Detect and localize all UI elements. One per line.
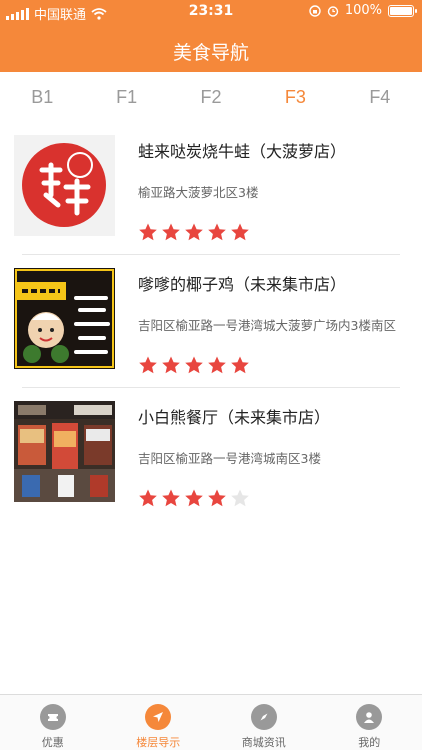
tab-profile[interactable]: 我的	[317, 695, 422, 750]
tab-mall-news[interactable]: 商城资讯	[211, 695, 317, 750]
status-bar: 中国联通 23:31 100%	[0, 0, 422, 24]
battery-icon	[388, 4, 417, 17]
restaurant-item[interactable]: 蛙来哒炭烧牛蛙（大菠萝店） 榆亚路大菠萝北区3楼	[0, 122, 422, 255]
bottom-tab-bar: 优惠 楼层导示 商城资讯 我的	[0, 694, 422, 750]
alarm-icon	[327, 5, 339, 17]
restaurant-logo	[14, 135, 115, 236]
restaurant-name: 蛙来哒炭烧牛蛙（大菠萝店）	[138, 142, 347, 161]
app-header: 中国联通 23:31 100% 美食导航	[0, 0, 422, 72]
restaurant-list: 蛙来哒炭烧牛蛙（大菠萝店） 榆亚路大菠萝北区3楼 嗲嗲的椰子鸡（未来集市店） 吉…	[0, 122, 422, 521]
floor-tabs: B1 F1 F2 F3 F4	[0, 72, 422, 122]
tab-label: 楼层导示	[136, 736, 181, 749]
restaurant-item[interactable]: 嗲嗲的椰子鸡（未来集市店） 吉阳区榆亚路一号港湾城大菠萝广场内3楼南区	[0, 255, 422, 388]
star-filled-icon	[139, 489, 157, 507]
tab-label: 商城资讯	[241, 736, 286, 749]
tab-floor-f2[interactable]: F2	[169, 72, 253, 122]
compass-icon	[250, 704, 277, 730]
user-icon	[356, 704, 383, 730]
star-filled-icon	[139, 223, 157, 241]
navigation-arrow-icon	[145, 704, 172, 730]
star-filled-icon	[162, 489, 180, 507]
star-filled-icon	[231, 223, 249, 241]
star-filled-icon	[208, 223, 226, 241]
tab-floor-guide[interactable]: 楼层导示	[106, 695, 212, 750]
tab-label: 我的	[358, 736, 381, 749]
restaurant-item[interactable]: 小白熊餐厅（未来集市店） 吉阳区榆亚路一号港湾城南区3楼	[0, 388, 422, 521]
star-empty-icon	[231, 489, 249, 507]
tab-floor-b1[interactable]: B1	[0, 72, 84, 122]
tab-floor-f4[interactable]: F4	[338, 72, 422, 122]
star-filled-icon	[185, 223, 203, 241]
restaurant-address: 吉阳区榆亚路一号港湾城大菠萝广场内3楼南区	[138, 318, 396, 333]
restaurant-photo	[14, 401, 115, 502]
battery-percent: 100%	[344, 3, 382, 18]
page-title: 美食导航	[172, 42, 249, 64]
star-rating	[138, 355, 250, 375]
tab-coupons[interactable]: 优惠	[0, 695, 106, 750]
restaurant-name: 嗲嗲的椰子鸡（未来集市店）	[138, 275, 347, 294]
star-filled-icon	[185, 489, 203, 507]
star-filled-icon	[185, 356, 203, 374]
restaurant-address: 吉阳区榆亚路一号港湾城南区3楼	[138, 451, 321, 466]
star-filled-icon	[208, 356, 226, 374]
star-filled-icon	[162, 356, 180, 374]
star-filled-icon	[231, 356, 249, 374]
tab-floor-f3[interactable]: F3	[253, 72, 337, 122]
restaurant-name: 小白熊餐厅（未来集市店）	[138, 408, 331, 427]
star-filled-icon	[162, 223, 180, 241]
star-rating	[138, 488, 250, 508]
star-filled-icon	[208, 489, 226, 507]
star-rating	[138, 222, 250, 242]
star-filled-icon	[139, 356, 157, 374]
orientation-lock-icon	[309, 4, 321, 17]
restaurant-address: 榆亚路大菠萝北区3楼	[138, 185, 259, 200]
tab-label: 优惠	[41, 736, 64, 749]
restaurant-logo	[14, 268, 115, 369]
coupon-icon	[39, 704, 66, 730]
tab-floor-f1[interactable]: F1	[84, 72, 168, 122]
